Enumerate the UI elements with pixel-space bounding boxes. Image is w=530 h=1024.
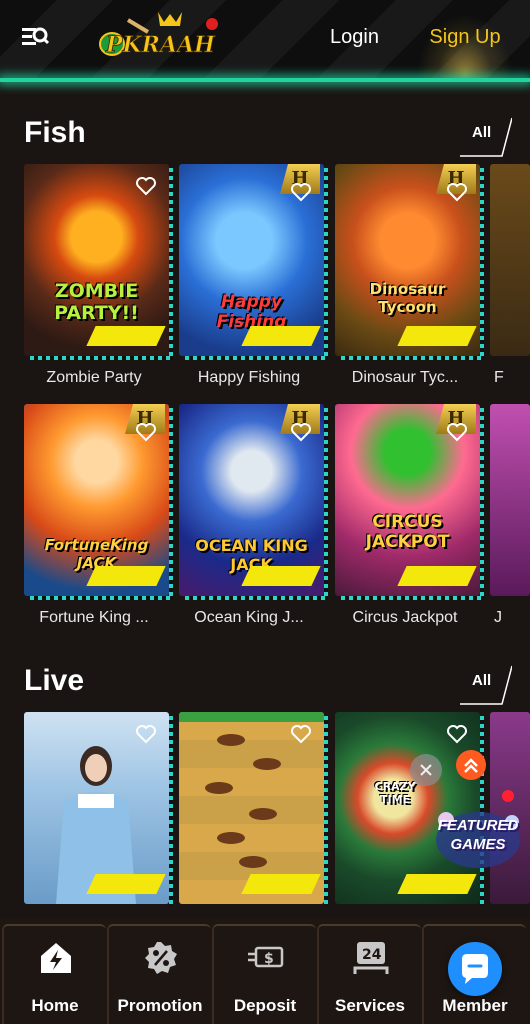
featured-games-widget[interactable]: FEATURED GAMES <box>432 800 524 876</box>
nav-label: Home <box>31 996 79 1015</box>
home-bolt-icon <box>41 943 71 973</box>
nav-services[interactable]: 24 Services <box>317 924 421 1024</box>
fish-all-button[interactable]: All <box>458 114 512 157</box>
favorite-heart-icon[interactable] <box>135 422 157 442</box>
close-icon <box>420 764 432 776</box>
game-tag <box>241 874 321 894</box>
favorite-heart-icon[interactable] <box>446 724 468 744</box>
nav-label: Deposit <box>233 996 297 1015</box>
game-card-circus-jackpot[interactable]: CIRCUS JACKPOT H <box>335 404 484 600</box>
top-header: PKRAAH Login Sign Up <box>0 0 530 82</box>
card-stripe <box>324 408 328 598</box>
card-stripe <box>169 716 173 906</box>
game-card-live-dealer[interactable] <box>24 712 173 906</box>
logo-text: PKRAAH <box>105 32 216 58</box>
24h-support-icon: 24 <box>353 942 389 974</box>
game-tag <box>86 566 166 586</box>
live-all-button[interactable]: All <box>458 662 512 705</box>
favorite-heart-icon[interactable] <box>290 422 312 442</box>
card-stripe <box>30 596 173 600</box>
double-chevron-up-icon <box>464 758 478 773</box>
game-thumbnail <box>490 164 530 356</box>
favorite-heart-icon[interactable] <box>135 724 157 744</box>
favorite-heart-icon[interactable] <box>290 724 312 744</box>
game-name: Fortune King ... <box>39 609 149 626</box>
game-name: Circus Jackpot <box>352 609 458 626</box>
game-card-ocean-king[interactable]: OCEAN KING JACK H <box>179 404 328 600</box>
favorite-heart-icon[interactable] <box>446 182 468 202</box>
card-stripe <box>324 716 328 906</box>
section-title-fish: Fish <box>24 116 86 149</box>
live-all-label: All <box>472 672 492 689</box>
card-stripe <box>169 168 173 358</box>
card-stripe <box>341 356 484 360</box>
game-tag <box>397 326 477 346</box>
game-name: Zombie Party <box>46 369 142 386</box>
close-popup-button[interactable] <box>410 754 442 786</box>
game-card-happy-fishing[interactable]: Happy Fishing H <box>179 164 328 360</box>
section-title-live: Live <box>24 664 85 697</box>
game-card-dinosaur-tycoon[interactable]: Dinosaur Tycoon H <box>335 164 484 360</box>
game-card-partial[interactable] <box>490 164 530 356</box>
header-divider <box>0 78 530 82</box>
game-tag <box>241 326 321 346</box>
nav-home[interactable]: Home <box>2 924 106 1024</box>
login-button[interactable]: Login <box>330 26 379 49</box>
nav-label: Services <box>335 996 405 1015</box>
game-tag <box>86 326 166 346</box>
nav-label: Promotion <box>117 996 203 1015</box>
svg-text:$: $ <box>264 951 274 967</box>
game-card-horse-racing[interactable] <box>179 712 328 906</box>
fish-all-label: All <box>472 124 492 141</box>
featured-games-label: FEATURED GAMES <box>437 817 519 853</box>
card-stripe <box>30 356 173 360</box>
game-art-title: CIRCUS JACKPOT <box>365 512 450 552</box>
nav-deposit[interactable]: $ Deposit <box>212 924 316 1024</box>
pkraah-logo[interactable]: PKRAAH <box>98 8 224 64</box>
game-tag <box>397 874 477 894</box>
card-stripe <box>341 596 484 600</box>
game-name: F <box>494 369 504 386</box>
favorite-heart-icon[interactable] <box>135 176 157 196</box>
favorite-heart-icon[interactable] <box>446 422 468 442</box>
game-name: Dinosaur Tyc... <box>351 369 459 386</box>
game-name: Ocean King J... <box>194 609 304 626</box>
card-stripe <box>185 356 328 360</box>
nav-promotion[interactable]: Promotion <box>107 924 211 1024</box>
card-stripe <box>480 168 484 358</box>
game-name: J <box>494 609 502 626</box>
favorite-heart-icon[interactable] <box>290 182 312 202</box>
game-tag <box>397 566 477 586</box>
scroll-to-top-button[interactable] <box>456 750 486 780</box>
game-tag <box>241 566 321 586</box>
percent-badge-icon <box>145 942 177 974</box>
cash-arrow-icon: $ <box>248 946 284 968</box>
game-card-zombie-party[interactable]: ZOMBIE PARTY!! <box>24 164 173 360</box>
card-stripe <box>480 408 484 598</box>
game-art-title: Dinosaur Tycoon <box>369 280 446 316</box>
game-name: Happy Fishing <box>197 369 301 386</box>
game-tag <box>86 874 166 894</box>
card-stripe <box>324 168 328 358</box>
nav-label: Member <box>442 996 508 1015</box>
chat-bubble-icon <box>462 954 488 984</box>
live-chat-button[interactable] <box>448 942 502 996</box>
game-thumbnail <box>490 404 530 596</box>
menu-search-icon[interactable] <box>22 24 50 50</box>
card-stripe <box>185 596 328 600</box>
game-art-title: ZOMBIE PARTY!! <box>54 280 139 324</box>
signup-button[interactable]: Sign Up <box>417 14 513 78</box>
card-stripe <box>169 408 173 598</box>
game-card-partial[interactable] <box>490 404 530 596</box>
game-card-fortune-king[interactable]: FortuneKing JACK H <box>24 404 173 600</box>
svg-text:24: 24 <box>362 947 382 963</box>
